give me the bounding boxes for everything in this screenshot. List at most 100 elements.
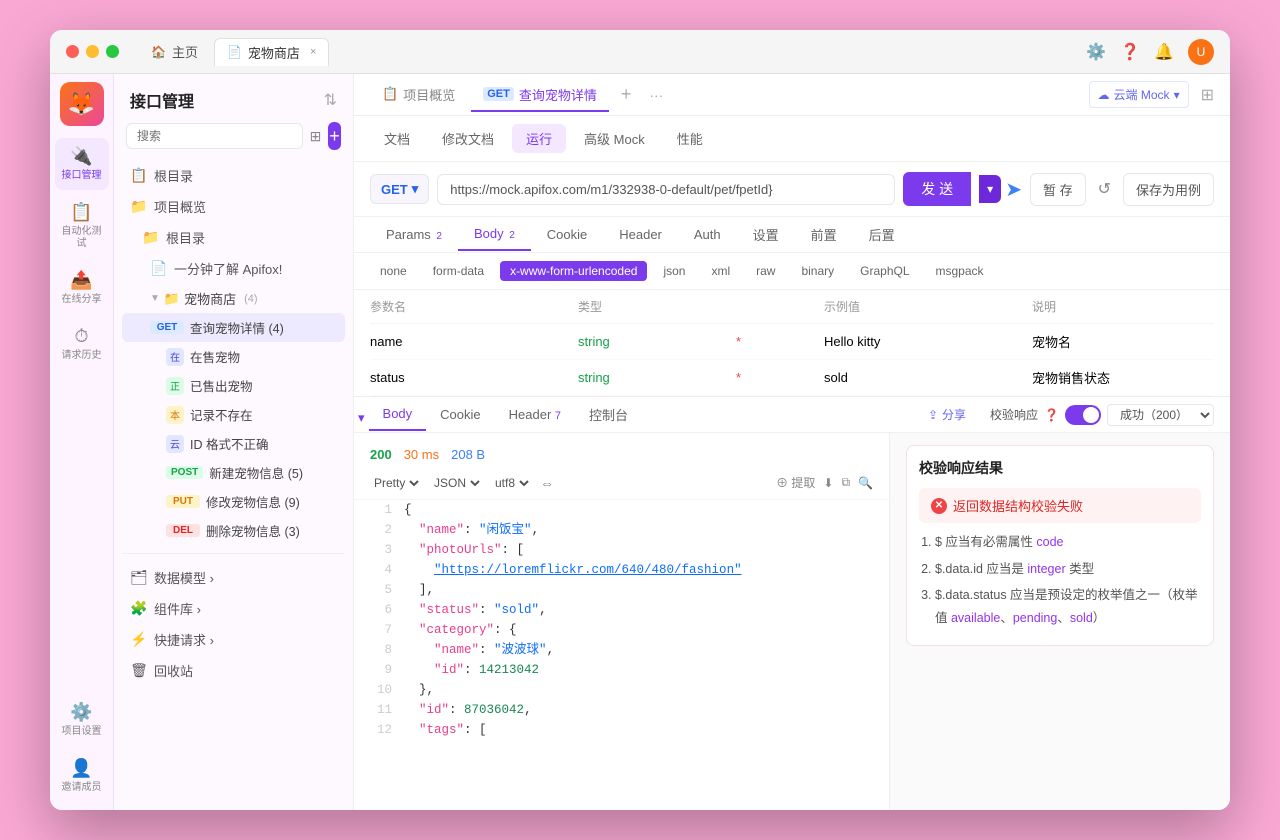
avatar[interactable]: U bbox=[1188, 39, 1214, 65]
tab-project-overview[interactable]: 📋 项目概览 bbox=[370, 79, 467, 112]
param-example-status: sold bbox=[824, 370, 1024, 385]
send-dropdown-button[interactable]: ▾ bbox=[979, 175, 1001, 203]
url-input[interactable] bbox=[437, 174, 895, 205]
api-item-post[interactable]: POST 新建宠物信息 (5) bbox=[122, 458, 345, 487]
param-tab-cookie[interactable]: Cookie bbox=[531, 219, 603, 250]
nav-item-root[interactable]: 📁 根目录 bbox=[122, 222, 345, 253]
sub-tab-run[interactable]: 运行 bbox=[512, 124, 566, 153]
minimize-traffic-light[interactable] bbox=[86, 45, 99, 58]
api-item-not-found[interactable]: 本 记录不存在 bbox=[122, 400, 345, 429]
sub-tab-doc[interactable]: 文档 bbox=[370, 124, 424, 153]
sub-tab-mock[interactable]: 高级 Mock bbox=[570, 124, 659, 153]
method-select[interactable]: GET ▾ bbox=[370, 174, 429, 204]
sidebar-item-history[interactable]: ⏱ 请求历史 bbox=[55, 318, 109, 370]
api-item-sold-pets[interactable]: 正 已售出宠物 bbox=[122, 371, 345, 400]
filter-button[interactable]: ⊞ bbox=[309, 122, 322, 150]
maximize-traffic-light[interactable] bbox=[106, 45, 119, 58]
encoding-select[interactable]: utf8 bbox=[491, 475, 532, 491]
api-item-get-pet[interactable]: GET 查询宠物详情 (4) bbox=[122, 313, 345, 342]
resp-tab-cookie[interactable]: Cookie bbox=[426, 399, 494, 430]
param-tab-header[interactable]: Header bbox=[603, 219, 678, 250]
collapse-icon[interactable]: ▾ bbox=[354, 404, 369, 426]
param-tab-post[interactable]: 后置 bbox=[853, 217, 911, 252]
status-select[interactable]: 成功（200） bbox=[1107, 404, 1214, 426]
body-type-msgpack[interactable]: msgpack bbox=[926, 261, 994, 281]
tree-nav: 📋 根目录 📁 项目概览 📁 根目录 📄 一分钟了解 Apifox! bbox=[114, 160, 353, 810]
param-tab-auth[interactable]: Auth bbox=[678, 219, 737, 250]
resp-tab-header[interactable]: Header 7 bbox=[495, 399, 575, 430]
home-tab[interactable]: 🏠 主页 bbox=[139, 38, 210, 65]
nav-item-apidoc[interactable]: 📄 一分钟了解 Apifox! bbox=[122, 253, 345, 284]
download-icon[interactable]: ⬇ bbox=[823, 476, 833, 490]
param-tab-settings[interactable]: 设置 bbox=[737, 217, 795, 252]
body-type-xml[interactable]: xml bbox=[701, 261, 740, 281]
refresh-button[interactable]: ↺ bbox=[1094, 175, 1115, 203]
body-type-binary[interactable]: binary bbox=[791, 261, 844, 281]
api-item-del[interactable]: DEL 删除宠物信息 (3) bbox=[122, 516, 345, 545]
resp-tab-body[interactable]: Body bbox=[369, 398, 427, 431]
body-type-graphql[interactable]: GraphQL bbox=[850, 261, 919, 281]
nav-item-overview[interactable]: 📋 根目录 bbox=[122, 160, 345, 191]
add-button[interactable]: + bbox=[328, 122, 341, 150]
sidebar-item-auto[interactable]: 📋 自动化测试 bbox=[55, 194, 109, 258]
body-type-json[interactable]: json bbox=[653, 261, 695, 281]
api-item-put[interactable]: PUT 修改宠物信息 (9) bbox=[122, 487, 345, 516]
param-tab-params[interactable]: Params 2 bbox=[370, 219, 458, 250]
param-tab-pre[interactable]: 前置 bbox=[795, 217, 853, 252]
api-item-active-pets[interactable]: 在 在售宠物 bbox=[122, 342, 345, 371]
api-item-bad-id[interactable]: 云 ID 格式不正确 bbox=[122, 429, 345, 458]
copy-icon[interactable]: ⧉ bbox=[841, 475, 850, 490]
pet-store-folder[interactable]: ▼ 📁 宠物商店 (4) bbox=[122, 284, 345, 313]
body-type-form-data[interactable]: form-data bbox=[423, 261, 494, 281]
body-type-raw[interactable]: raw bbox=[746, 261, 785, 281]
extract-icon[interactable]: ⊕ 提取 bbox=[776, 474, 815, 491]
save-example-button[interactable]: 保存为用例 bbox=[1123, 173, 1214, 206]
code-line: 11 "id": 87036042, bbox=[354, 700, 889, 720]
sidebar-item-invite[interactable]: 👤 邀请成员 bbox=[55, 750, 109, 802]
format-select[interactable]: JSON bbox=[430, 475, 483, 491]
code-line: 5 ], bbox=[354, 580, 889, 600]
add-tab-button[interactable]: + bbox=[613, 84, 640, 105]
pretty-select[interactable]: Pretty bbox=[370, 475, 422, 491]
sidebar-item-project-settings[interactable]: ⚙️ 项目设置 bbox=[55, 694, 109, 746]
sub-tab-edit[interactable]: 修改文档 bbox=[428, 124, 508, 153]
search-icon[interactable]: 🔍 bbox=[858, 476, 873, 490]
send-button[interactable]: 发 送 bbox=[903, 172, 971, 206]
trash-icon: 🗑 bbox=[130, 662, 148, 679]
resp-tab-console[interactable]: 控制台 bbox=[575, 397, 642, 432]
split-view-button[interactable]: ⊞ bbox=[1201, 85, 1214, 105]
bad-id-label: ID 格式不正确 bbox=[190, 434, 268, 453]
cloud-mock-button[interactable]: ☁ 云端 Mock ▾ bbox=[1089, 81, 1189, 108]
sub-tab-perf[interactable]: 性能 bbox=[663, 124, 717, 153]
pet-store-tab[interactable]: 📄 宠物商店 × bbox=[214, 38, 329, 66]
validate-label: 校验响应 bbox=[990, 406, 1038, 423]
home-icon: 🏠 bbox=[151, 45, 166, 59]
nav-item-data-model[interactable]: 🗂 数据模型 › bbox=[122, 562, 345, 593]
search-input[interactable] bbox=[126, 123, 303, 149]
tab-close-icon[interactable]: × bbox=[310, 46, 316, 58]
root-icon: 📁 bbox=[142, 229, 160, 246]
sidebar-item-share[interactable]: 📤 在线分享 bbox=[55, 262, 109, 314]
param-tab-body[interactable]: Body 2 bbox=[458, 218, 531, 251]
nav-item-api[interactable]: 📁 项目概览 bbox=[122, 191, 345, 222]
error-item-3: $.data.status 应当是预设定的枚举值之一（枚举值 available… bbox=[935, 584, 1201, 629]
help-icon[interactable]: ❓ bbox=[1120, 42, 1140, 62]
body-type-none[interactable]: none bbox=[370, 261, 417, 281]
wrap-icon[interactable]: ⇔ bbox=[540, 475, 554, 491]
sidebar-item-api[interactable]: 🔌 接口管理 bbox=[55, 138, 109, 190]
help-circle-icon[interactable]: ❓ bbox=[1044, 408, 1059, 422]
sort-icon[interactable]: ⇅ bbox=[324, 90, 337, 110]
response-stats: 200 30 ms 208 B bbox=[354, 441, 889, 462]
more-tabs-button[interactable]: ··· bbox=[643, 87, 669, 103]
settings-icon[interactable]: ⚙️ bbox=[1086, 42, 1106, 62]
tab-api-detail[interactable]: GET 查询宠物详情 bbox=[471, 79, 609, 112]
nav-item-quick-request[interactable]: ⚡ 快捷请求 › bbox=[122, 624, 345, 655]
bell-icon[interactable]: 🔔 bbox=[1154, 42, 1174, 62]
close-traffic-light[interactable] bbox=[66, 45, 79, 58]
nav-item-trash[interactable]: 🗑 回收站 bbox=[122, 655, 345, 686]
validate-switch[interactable] bbox=[1065, 405, 1101, 425]
share-button[interactable]: ⇪ 分享 bbox=[920, 402, 974, 427]
save-temp-button[interactable]: 暂 存 bbox=[1030, 173, 1086, 206]
nav-item-components[interactable]: 🧩 组件库 › bbox=[122, 593, 345, 624]
body-type-urlencoded[interactable]: x-www-form-urlencoded bbox=[500, 261, 647, 281]
